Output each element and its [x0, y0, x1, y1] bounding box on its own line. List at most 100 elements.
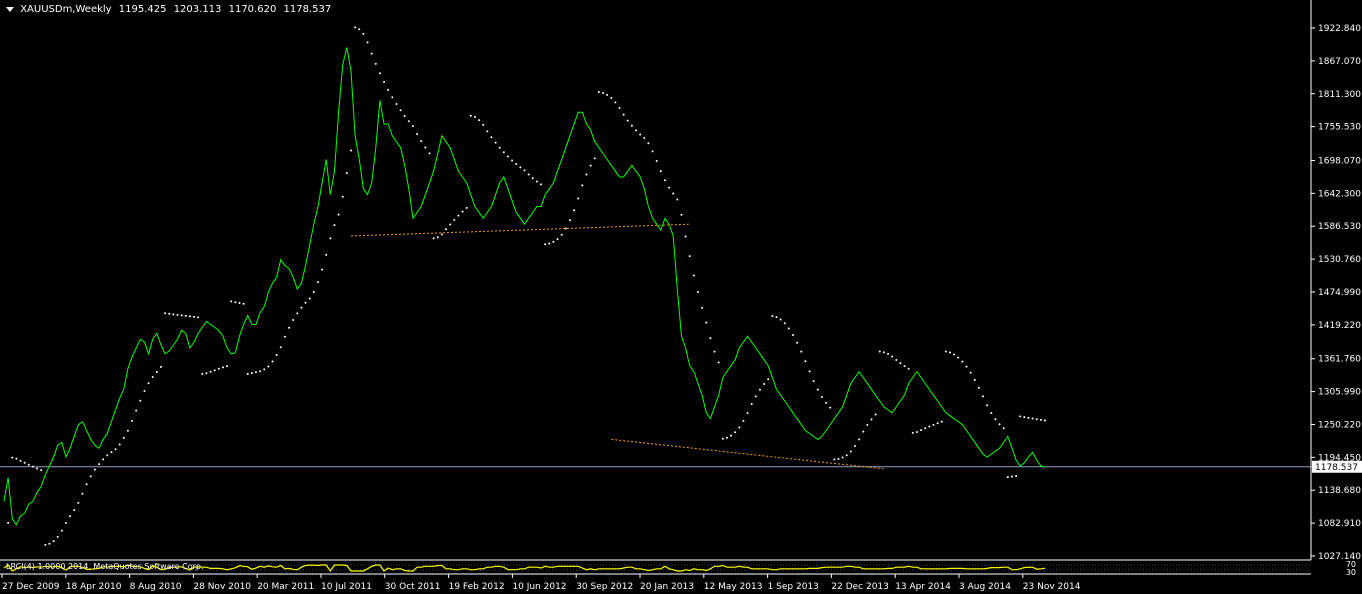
sar-dot [221, 366, 224, 369]
sar-dot [887, 352, 890, 355]
sar-dot [738, 426, 741, 429]
sar-dot [370, 52, 373, 55]
sar-dot [180, 314, 183, 317]
sar-dot [7, 521, 10, 524]
sar-dot [800, 350, 803, 353]
sar-dot [597, 91, 600, 94]
sar-dot [837, 457, 840, 460]
sar-dot [226, 365, 229, 368]
sar-dot [1044, 419, 1046, 422]
sar-dot [126, 429, 129, 432]
sar-dot [498, 146, 501, 149]
x-tick-label: 18 Apr 2010 [66, 582, 122, 592]
sar-dot [478, 119, 481, 122]
sar-dot [614, 101, 617, 104]
sar-dot [932, 423, 935, 426]
sar-dot [936, 422, 939, 425]
sar-dot [308, 297, 311, 300]
sar-dot [188, 315, 191, 318]
sar-dot [862, 430, 865, 433]
sar-dot [85, 483, 88, 486]
y-tick-label: 1698.070 [1318, 156, 1361, 166]
sar-dot [506, 155, 509, 158]
sar-dot [48, 542, 51, 545]
sar-dot [940, 420, 943, 423]
sar-dot [40, 469, 43, 472]
sar-dot [511, 159, 514, 162]
sar-dot [519, 166, 522, 169]
sar-dot [73, 509, 76, 512]
sar-dot [168, 312, 171, 315]
sar-dot [329, 237, 332, 240]
sar-dot [366, 41, 369, 44]
open-value: 1195.425 [118, 4, 167, 15]
sar-dot [668, 186, 671, 189]
sar-dot [911, 431, 914, 434]
sar-dot [395, 103, 398, 106]
sar-dot [771, 315, 774, 318]
sar-dot [647, 142, 650, 145]
sar-dot [457, 214, 460, 217]
sar-dot [948, 351, 951, 354]
sar-dot [895, 358, 898, 361]
sar-dot [461, 210, 464, 213]
sar-dot [961, 360, 964, 363]
sar-dot [792, 333, 795, 336]
sar-dot [98, 463, 101, 466]
sar-dot [630, 124, 633, 127]
sar-dot [758, 388, 761, 391]
sar-dot [1035, 418, 1038, 421]
sar-dot [783, 322, 786, 325]
sar-dot [560, 233, 563, 236]
sar-dot [870, 418, 873, 421]
sar-dot [420, 140, 423, 143]
x-tick-label: 19 Feb 2012 [449, 582, 505, 592]
sar-dot [998, 423, 1001, 426]
sar-dot [428, 152, 431, 155]
sar-dot [486, 130, 489, 133]
sar-dot [321, 268, 324, 271]
sar-dot [891, 355, 894, 358]
sar-dot [697, 291, 699, 294]
sar-dot [853, 444, 856, 447]
sar-dot [746, 411, 749, 414]
sar-dot [523, 169, 526, 172]
sar-dot [742, 419, 745, 422]
y-tick-label: 1867.070 [1318, 57, 1361, 67]
sar-dot [205, 372, 208, 375]
sar-dot [77, 501, 80, 504]
y-tick-label: 1082.910 [1318, 519, 1361, 529]
sar-dot [841, 456, 844, 459]
sar-dot [465, 206, 468, 209]
sar-dot [754, 395, 757, 398]
sar-dot [494, 141, 497, 144]
x-tick-label: 10 Jul 2011 [321, 582, 372, 592]
sar-dot [1023, 416, 1026, 419]
sar-dot [721, 437, 724, 440]
sar-dot [1010, 475, 1013, 478]
sar-dot [263, 368, 266, 371]
sar-dot [829, 406, 832, 409]
sar-dot [411, 125, 414, 128]
sar-dot [172, 313, 175, 316]
sar-dot [849, 450, 852, 453]
sar-dot [610, 96, 613, 99]
sar-dot [643, 136, 646, 139]
sar-dot [581, 184, 584, 187]
sar-dot [333, 224, 336, 227]
sar-dot [56, 535, 59, 538]
sar-dot [436, 236, 439, 239]
sar-dot [482, 123, 485, 126]
sar-dot [139, 399, 142, 402]
sar-dot [709, 337, 712, 340]
dropdown-triangle-icon[interactable] [6, 6, 14, 12]
sar-dot [155, 371, 158, 374]
sar-dot [354, 26, 357, 29]
sar-dot [345, 171, 348, 174]
sar-dot [159, 365, 162, 368]
sar-dot [969, 371, 972, 374]
sar-dot [1027, 416, 1030, 419]
sar-dot [531, 177, 534, 180]
sar-dot [60, 529, 63, 532]
y-tick-label: 1138.680 [1318, 486, 1361, 496]
